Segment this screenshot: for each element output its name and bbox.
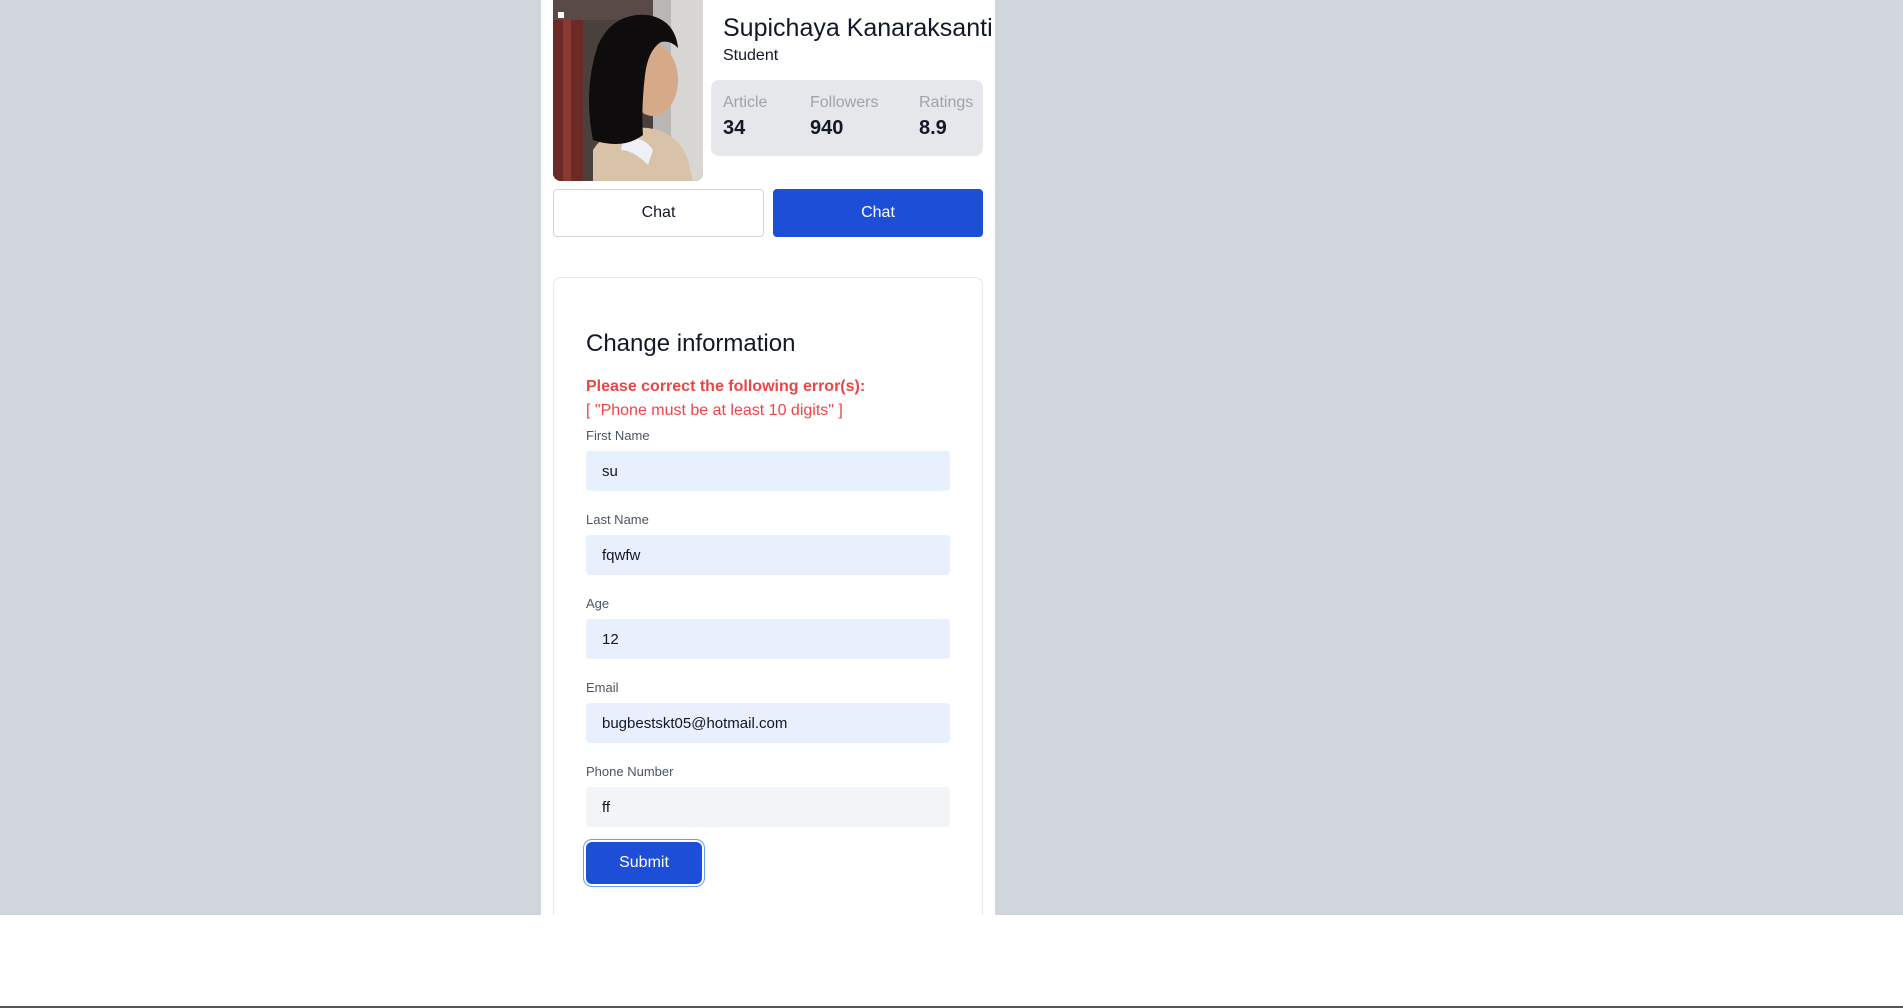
card-title: Change information bbox=[586, 330, 796, 357]
age-label: Age bbox=[586, 596, 610, 611]
phone-input[interactable] bbox=[586, 787, 950, 827]
error-heading: Please correct the following error(s): bbox=[586, 378, 866, 395]
submit-button[interactable]: Submit bbox=[586, 842, 702, 884]
last-name-input[interactable] bbox=[586, 535, 950, 575]
stat-label: Article bbox=[723, 94, 768, 111]
stat-article: Article 34 bbox=[723, 94, 767, 140]
stat-label: Ratings bbox=[919, 94, 974, 111]
last-name-label: Last Name bbox=[586, 512, 649, 527]
profile-name: Supichaya Kanaraksanti bbox=[723, 14, 993, 42]
stat-value: 34 bbox=[723, 117, 746, 139]
stat-label: Followers bbox=[810, 94, 879, 111]
first-name-input[interactable] bbox=[586, 451, 950, 491]
profile-column: Supichaya Kanaraksanti Student Article 3… bbox=[541, 0, 995, 915]
profile-role: Student bbox=[723, 47, 779, 64]
email-input[interactable] bbox=[586, 703, 950, 743]
first-name-label: First Name bbox=[586, 428, 650, 443]
error-message: [ "Phone must be at least 10 digits" ] bbox=[586, 402, 843, 419]
age-input[interactable] bbox=[586, 619, 950, 659]
stats-panel: Article 34 Followers 940 Ratings 8.9 bbox=[711, 80, 983, 156]
chat-outline-button[interactable]: Chat bbox=[553, 189, 764, 237]
chat-primary-button[interactable]: Chat bbox=[773, 189, 983, 237]
phone-label: Phone Number bbox=[586, 764, 674, 779]
stat-ratings: Ratings 8.9 bbox=[919, 94, 973, 140]
stat-value: 8.9 bbox=[919, 117, 947, 139]
stat-value: 940 bbox=[810, 117, 844, 139]
change-info-card: Change information Please correct the fo… bbox=[553, 277, 983, 915]
stat-followers: Followers 940 bbox=[810, 94, 878, 140]
avatar bbox=[553, 0, 703, 181]
avatar-photo bbox=[553, 0, 703, 181]
email-label: Email bbox=[586, 680, 619, 695]
